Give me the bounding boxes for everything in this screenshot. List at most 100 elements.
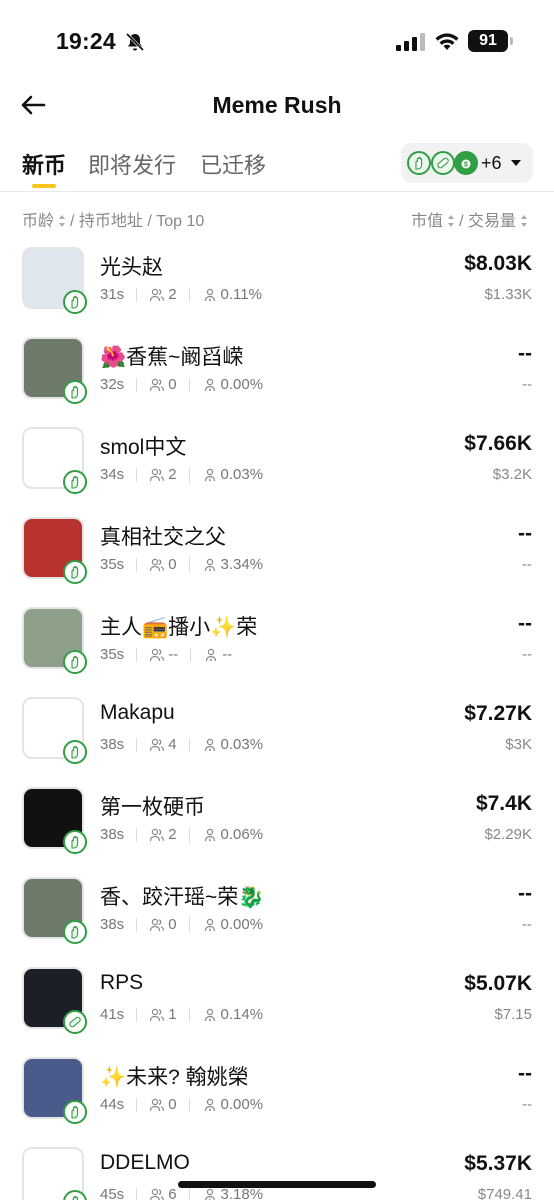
divider	[136, 377, 138, 392]
hand-platform-icon	[63, 560, 87, 584]
divider	[188, 287, 190, 302]
token-row[interactable]: 主人📻播小✨荣 35s -- -- -- --	[0, 598, 554, 688]
chevron-down-icon	[511, 160, 521, 166]
pill-platform-icon	[431, 151, 455, 175]
hand-platform-icon	[63, 290, 87, 314]
status-bar: 19:24 91	[0, 0, 554, 84]
token-holders: 0	[168, 556, 177, 573]
page-title: Meme Rush	[212, 92, 342, 118]
battery-indicator: 91	[468, 30, 513, 52]
divider	[188, 1097, 190, 1112]
token-volume: --	[522, 646, 532, 663]
token-meta: 45s 6 3.18%	[100, 1186, 263, 1200]
divider	[136, 647, 138, 662]
token-market-cap: --	[518, 522, 532, 545]
hand-platform-icon	[63, 1100, 87, 1124]
token-volume: $2.29K	[484, 826, 532, 843]
token-top10: 0.03%	[220, 466, 264, 483]
divider	[188, 1187, 190, 1200]
tab-new-coins[interactable]: 新币	[22, 148, 66, 180]
token-age: 32s	[100, 376, 125, 393]
active-tab-indicator	[32, 184, 56, 188]
holders-icon	[150, 288, 165, 301]
divider	[136, 1187, 138, 1200]
wifi-icon	[435, 33, 459, 50]
top10-icon	[204, 378, 215, 391]
token-market-cap: $7.66K	[464, 432, 532, 455]
token-volume: --	[522, 1096, 532, 1113]
token-volume: $3.2K	[492, 466, 532, 483]
divider	[136, 467, 138, 482]
token-row[interactable]: smol中文 34s 2 0.03% $7.66K $3.2K	[0, 418, 554, 508]
holders-icon	[150, 558, 165, 571]
token-holders: 2	[168, 286, 177, 303]
token-row[interactable]: 第一枚硬币 38s 2 0.06% $7.4K $2.29K	[0, 778, 554, 868]
home-indicator	[178, 1181, 376, 1188]
token-row[interactable]: Makapu 38s 4 0.03% $7.27K $3K	[0, 688, 554, 778]
extra-platforms-count: +6	[481, 153, 502, 173]
sort-mcap-label[interactable]: 市值	[411, 213, 443, 230]
token-name: 光头赵	[100, 256, 163, 279]
token-holders: 2	[168, 826, 177, 843]
token-volume: $7.15	[494, 1006, 532, 1023]
token-holders: 2	[168, 466, 177, 483]
token-row[interactable]: ✨未来? 翰姚榮 44s 0 0.00% -- --	[0, 1048, 554, 1138]
divider	[136, 1097, 138, 1112]
token-row[interactable]: 光头赵 31s 2 0.11% $8.03K $1.33K	[0, 238, 554, 328]
divider	[188, 827, 190, 842]
token-volume: --	[522, 916, 532, 933]
sort-age-label[interactable]: 币龄	[22, 213, 54, 230]
token-age: 41s	[100, 1006, 125, 1023]
token-row[interactable]: DDELMO 45s 6 3.18% $5.37K $749.41	[0, 1138, 554, 1200]
token-list: 光头赵 31s 2 0.11% $8.03K $1.33K 🌺香蕉~阚舀嵘 32s 0 0.00%…	[0, 238, 554, 1200]
token-meta: 41s 1 0.14%	[100, 1006, 263, 1023]
holders-icon	[150, 378, 165, 391]
divider	[136, 557, 138, 572]
holders-icon	[150, 1188, 165, 1200]
token-holders: 0	[168, 1096, 177, 1113]
token-volume: $749.41	[477, 1186, 532, 1200]
token-name: 香、跤汗瑶~荣🐉	[100, 886, 265, 909]
top10-icon	[204, 468, 215, 481]
bell-muted-icon	[125, 32, 145, 52]
top10-icon	[204, 558, 215, 571]
token-age: 38s	[100, 916, 125, 933]
token-holders: 4	[168, 736, 177, 753]
hand-platform-icon	[407, 151, 431, 175]
divider	[190, 647, 192, 662]
tab-bar: 新币 即将发行 已迁移 $ +6	[0, 140, 554, 192]
sort-arrows-icon[interactable]	[520, 214, 528, 228]
token-row[interactable]: RPS 41s 1 0.14% $5.07K $7.15	[0, 958, 554, 1048]
tab-upcoming[interactable]: 即将发行	[88, 148, 176, 180]
token-meta: 34s 2 0.03%	[100, 466, 263, 483]
token-name: ✨未来? 翰姚榮	[100, 1066, 249, 1089]
token-volume: $3K	[505, 736, 532, 753]
hand-platform-icon	[63, 470, 87, 494]
sort-arrows-icon[interactable]	[447, 214, 455, 228]
token-meta: 38s 4 0.03%	[100, 736, 263, 753]
token-holders: 1	[168, 1006, 177, 1023]
token-row[interactable]: 香、跤汗瑶~荣🐉 38s 0 0.00% -- --	[0, 868, 554, 958]
sort-arrows-icon[interactable]	[58, 214, 66, 228]
divider	[188, 1007, 190, 1022]
token-row[interactable]: 🌺香蕉~阚舀嵘 32s 0 0.00% -- --	[0, 328, 554, 418]
platform-filter-dropdown[interactable]: $ +6	[401, 143, 533, 183]
hand-platform-icon	[63, 830, 87, 854]
token-top10: 0.00%	[220, 376, 264, 393]
hand-platform-icon	[63, 740, 87, 764]
token-meta: 44s 0 0.00%	[100, 1096, 263, 1113]
holders-icon	[150, 918, 165, 931]
token-age: 38s	[100, 826, 125, 843]
token-market-cap: $5.07K	[464, 972, 532, 995]
token-top10: 0.06%	[220, 826, 264, 843]
header: Meme Rush	[0, 84, 554, 130]
token-market-cap: --	[518, 342, 532, 365]
token-volume: --	[522, 556, 532, 573]
tab-migrated[interactable]: 已迁移	[200, 148, 266, 180]
token-top10: 0.03%	[220, 736, 264, 753]
token-holders: 0	[168, 916, 177, 933]
token-market-cap: --	[518, 882, 532, 905]
token-age: 35s	[100, 646, 125, 663]
token-name: 第一枚硬币	[100, 796, 205, 819]
token-row[interactable]: 真相社交之父 35s 0 3.34% -- --	[0, 508, 554, 598]
